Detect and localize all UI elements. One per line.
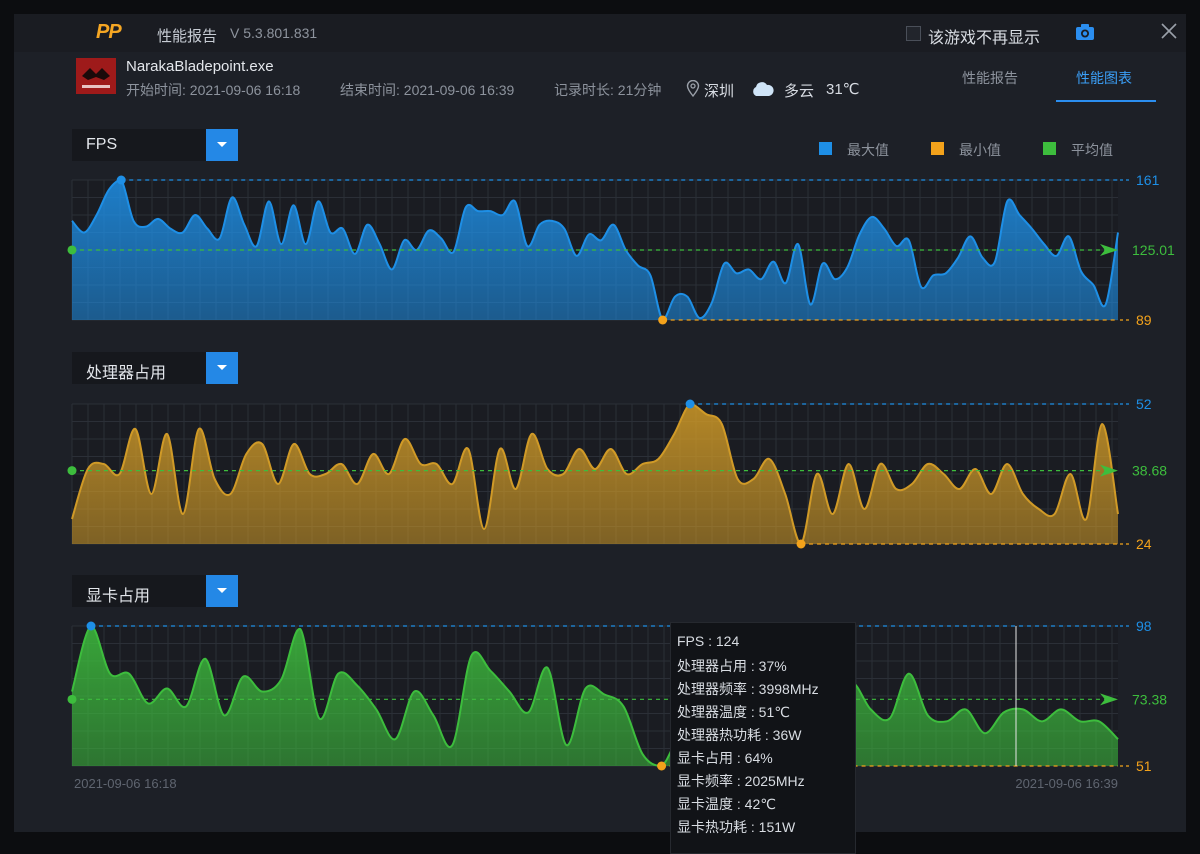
gpu-min-marker [657,761,667,771]
cpu-max-marker [685,399,695,409]
tooltip-gpu-freq: 显卡频率 : 2025MHz [677,773,805,789]
fps-avg-marker [67,245,77,255]
axis-start-time: 2021-09-06 16:18 [74,776,177,791]
tooltip-cpu-temp: 处理器温度 : 51℃ [677,704,790,720]
tooltip-cpu-power: 处理器热功耗 : 36W [677,727,802,743]
tooltip-cpu-usage: 处理器占用 : 37% [677,658,787,674]
cpu-avg-value: 38.68 [1132,463,1167,479]
fps-max-value: 161 [1136,172,1160,188]
charts-canvas: 161 125.01 89 52 38.68 24 98 73.38 51 2021-09-06 … [67,172,1175,791]
cpu-max-value: 52 [1136,396,1152,412]
cpu-min-marker [796,539,806,549]
cpu-min-value: 24 [1136,536,1152,552]
cpu-avg-marker [67,466,77,476]
gpu-avg-marker [67,694,77,704]
gpu-max-marker [86,621,96,631]
gpu-avg-value: 73.38 [1132,691,1167,707]
fps-min-value: 89 [1136,312,1152,328]
fps-avg-value: 125.01 [1132,242,1175,258]
fps-max-marker [116,175,126,185]
gpu-max-value: 98 [1136,618,1152,634]
tooltip-fps: FPS : 124 [677,633,740,649]
hover-tooltip: FPS : 124 处理器占用 : 37% 处理器频率 : 3998MHz 处理… [670,622,856,854]
axis-end-time: 2021-09-06 16:39 [1015,776,1118,791]
tooltip-gpu-usage: 显卡占用 : 64% [677,750,773,766]
tooltip-gpu-temp: 显卡温度 : 42℃ [677,796,776,812]
gpu-min-value: 51 [1136,758,1152,774]
tooltip-gpu-power: 显卡热功耗 : 151W [677,819,796,835]
tooltip-cpu-freq: 处理器频率 : 3998MHz [677,681,819,697]
app-window: PP 性能报告 V 5.3.801.831 该游戏不再显示 NarakaBlad… [14,14,1186,854]
fps-min-marker [658,315,668,325]
